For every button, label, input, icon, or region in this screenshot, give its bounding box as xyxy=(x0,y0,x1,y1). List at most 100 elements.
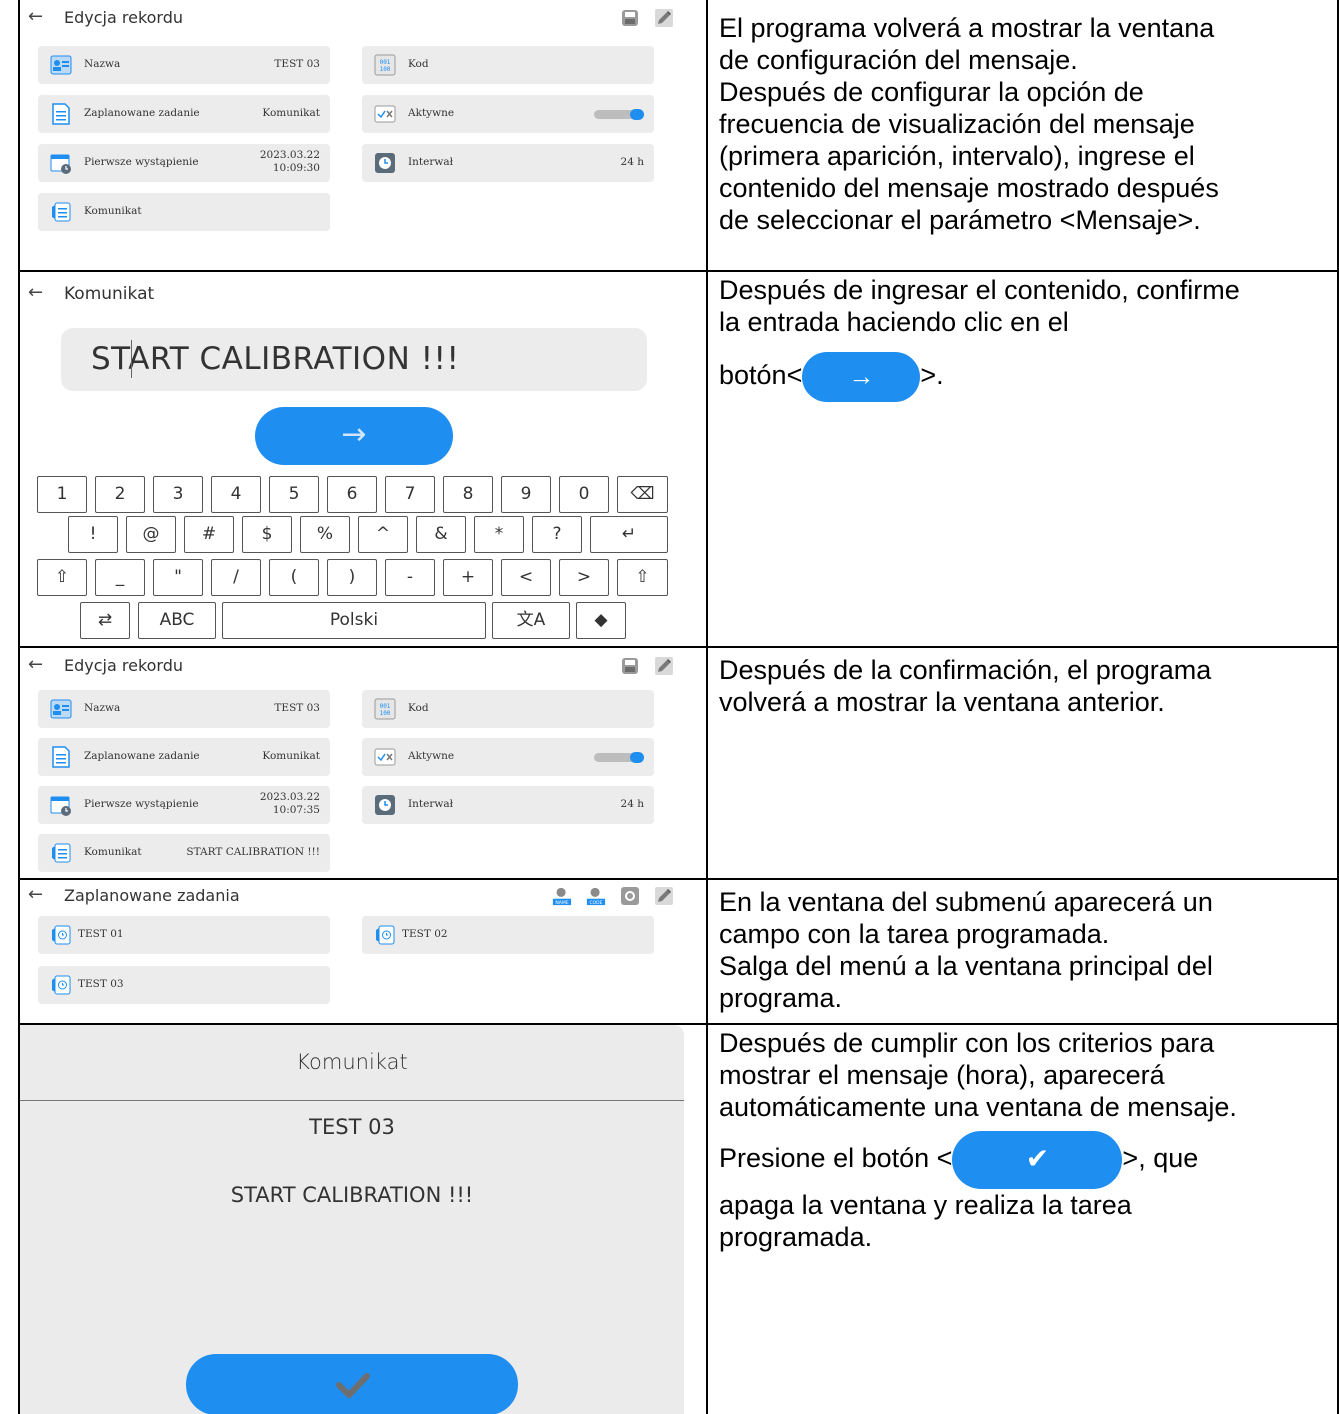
save-icon[interactable] xyxy=(620,656,640,676)
key[interactable]: % xyxy=(300,516,350,553)
card-first-occurrence[interactable]: Pierwsze wystąpienie 2023.03.22 10:07:35 xyxy=(38,786,330,824)
key[interactable]: # xyxy=(184,516,234,553)
card-label: Kod xyxy=(408,702,429,714)
key[interactable]: 6 xyxy=(327,476,377,513)
shift-key[interactable]: ⇧ xyxy=(37,559,87,596)
key[interactable]: 1 xyxy=(37,476,87,513)
key[interactable]: ^ xyxy=(358,516,408,553)
text-line: frecuencia de visualización del mensaje xyxy=(719,109,1195,139)
card-value: START CALIBRATION !!! xyxy=(186,846,320,858)
card-name[interactable]: Nazwa TEST 03 xyxy=(38,46,330,84)
svg-text:100: 100 xyxy=(380,710,391,717)
space-key[interactable]: Polski xyxy=(222,602,486,639)
key[interactable]: 5 xyxy=(269,476,319,513)
key[interactable]: & xyxy=(416,516,466,553)
text-line: de seleccionar el parámetro <Mensaje>. xyxy=(719,205,1201,235)
back-arrow-icon[interactable]: ← xyxy=(28,282,43,303)
key[interactable]: ? xyxy=(532,516,582,553)
save-icon[interactable] xyxy=(620,8,640,28)
task-item[interactable]: TEST 02 xyxy=(362,916,654,954)
card-interval[interactable]: Interwał 24 h xyxy=(362,144,654,182)
key[interactable]: 3 xyxy=(153,476,203,513)
card-active[interactable]: Aktywne xyxy=(362,95,654,133)
card-scheduled-task[interactable]: Zaplanowane zadanie Komunikat xyxy=(38,95,330,133)
search-name-icon[interactable]: NAME xyxy=(552,886,572,906)
calendar-clock-icon xyxy=(50,796,71,816)
clock-icon xyxy=(375,153,395,173)
screen-header: ← Edycja rekordu xyxy=(20,648,706,688)
shift-key[interactable]: ⇧ xyxy=(617,559,668,596)
card-interval[interactable]: Interwał 24 h xyxy=(362,786,654,824)
document-icon xyxy=(52,103,70,125)
tab-switch-key[interactable]: ⇄ xyxy=(80,602,130,639)
card-scheduled-task[interactable]: Zaplanowane zadanie Komunikat xyxy=(38,738,330,776)
card-label: Aktywne xyxy=(408,107,455,119)
search-code-icon[interactable]: CODE xyxy=(586,886,606,906)
task-item[interactable]: TEST 03 xyxy=(38,966,330,1004)
key[interactable]: 7 xyxy=(385,476,435,513)
card-message[interactable]: Komunikat START CALIBRATION !!! xyxy=(38,834,330,872)
card-label: Aktywne xyxy=(408,750,455,762)
active-toggle[interactable] xyxy=(594,752,644,763)
key[interactable]: ( xyxy=(269,559,319,596)
key[interactable]: ! xyxy=(68,516,118,553)
card-label: Zaplanowane zadanie xyxy=(84,750,200,762)
key[interactable]: / xyxy=(211,559,261,596)
checkmark-icon xyxy=(336,1373,370,1398)
key[interactable]: 9 xyxy=(501,476,551,513)
text-line: volverá a mostrar la ventana anterior. xyxy=(719,687,1165,717)
text-line-with-button: Presione el botón < ✔ >, que xyxy=(719,1131,1334,1189)
message-input[interactable]: START CALIBRATION !!! xyxy=(61,328,647,391)
key[interactable]: - xyxy=(385,559,435,596)
key[interactable]: $ xyxy=(242,516,292,553)
active-toggle[interactable] xyxy=(594,109,644,120)
key[interactable]: + xyxy=(443,559,493,596)
checkbox-icon xyxy=(374,105,396,123)
key[interactable]: ) xyxy=(327,559,377,596)
back-arrow-icon[interactable]: ← xyxy=(28,6,43,27)
key[interactable]: @ xyxy=(126,516,176,553)
card-code[interactable]: 001 100 Kod xyxy=(362,690,654,728)
enter-key[interactable]: ↵ xyxy=(590,516,668,553)
task-message-icon xyxy=(52,975,71,995)
text-line: programada. xyxy=(719,1222,873,1252)
eraser-key[interactable]: ◆ xyxy=(576,602,626,639)
key[interactable]: * xyxy=(474,516,524,553)
text-fragment: botón< xyxy=(719,360,803,391)
checkbox-icon xyxy=(374,748,396,766)
card-label: Pierwsze wystąpienie xyxy=(84,798,199,810)
card-active[interactable]: Aktywne xyxy=(362,738,654,776)
edit-icon[interactable] xyxy=(654,8,674,28)
key[interactable]: > xyxy=(559,559,609,596)
card-name[interactable]: Nazwa TEST 03 xyxy=(38,690,330,728)
confirm-arrow-button[interactable]: → xyxy=(255,407,453,465)
task-label: TEST 02 xyxy=(402,928,448,940)
card-message[interactable]: Komunikat xyxy=(38,193,330,231)
card-label: Nazwa xyxy=(84,58,121,70)
edit-icon[interactable] xyxy=(654,886,674,906)
ok-button[interactable] xyxy=(186,1354,518,1414)
key[interactable]: 4 xyxy=(211,476,261,513)
translate-key[interactable]: 文A xyxy=(492,602,570,639)
time-value: 10:07:35 xyxy=(272,804,320,816)
card-first-occurrence[interactable]: Pierwsze wystąpienie 2023.03.22 10:09:30 xyxy=(38,144,330,182)
edit-icon[interactable] xyxy=(654,656,674,676)
toggle-knob xyxy=(630,109,644,120)
key[interactable]: _ xyxy=(95,559,145,596)
key[interactable]: 8 xyxy=(443,476,493,513)
key[interactable]: 0 xyxy=(559,476,609,513)
screen-header: ← Komunikat xyxy=(20,272,706,312)
card-label: Nazwa xyxy=(84,702,121,714)
key[interactable]: 2 xyxy=(95,476,145,513)
key[interactable]: < xyxy=(501,559,551,596)
key[interactable]: " xyxy=(153,559,203,596)
back-arrow-icon[interactable]: ← xyxy=(28,884,43,905)
card-label: Interwał xyxy=(408,798,454,810)
card-code[interactable]: 001 100 Kod xyxy=(362,46,654,84)
backspace-key[interactable]: ⌫ xyxy=(617,476,668,513)
tool-label: CODE xyxy=(589,900,602,906)
add-icon[interactable] xyxy=(620,886,640,906)
task-item[interactable]: TEST 01 xyxy=(38,916,330,954)
abc-key[interactable]: ABC xyxy=(138,602,216,639)
back-arrow-icon[interactable]: ← xyxy=(28,654,43,675)
